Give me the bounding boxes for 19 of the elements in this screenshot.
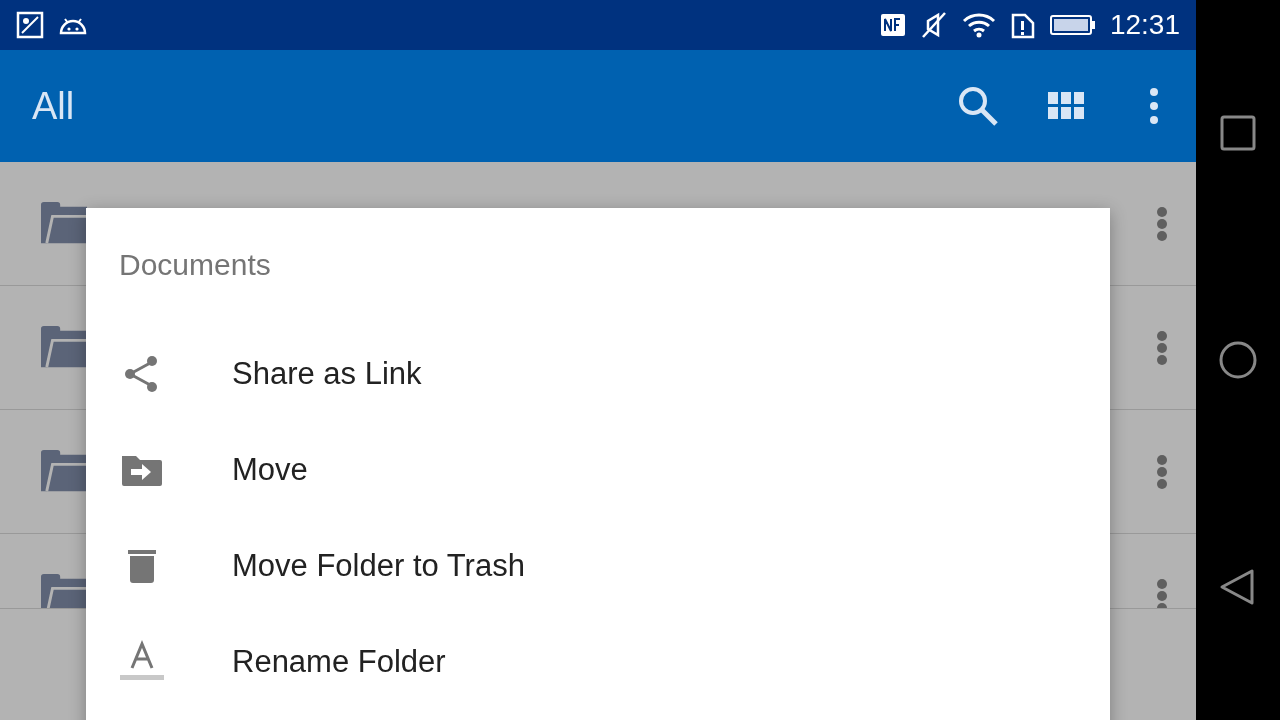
nfc-icon	[879, 11, 906, 39]
recents-icon[interactable]	[1218, 113, 1258, 154]
menu-item[interactable]: Share as Link	[86, 326, 1110, 422]
menu-item[interactable]: Move Folder to Trash	[86, 518, 1110, 614]
dialog-title: Documents	[119, 248, 271, 282]
more-icon[interactable]	[1156, 205, 1168, 242]
mute-icon	[919, 11, 948, 39]
search-icon[interactable]	[956, 84, 1000, 128]
image-icon	[16, 11, 44, 39]
menu-item[interactable]: Rename Folder	[86, 614, 1110, 710]
more-icon[interactable]	[1156, 329, 1168, 366]
wifi-icon	[961, 11, 996, 39]
menu-item[interactable]: Move	[86, 422, 1110, 518]
clock-time: 12:31	[1109, 9, 1180, 41]
sim-alert-icon	[1009, 11, 1036, 39]
home-icon[interactable]	[1218, 340, 1258, 380]
more-icon[interactable]	[1156, 577, 1168, 608]
app-bar-title: All	[32, 84, 76, 128]
more-icon[interactable]	[1156, 453, 1168, 490]
